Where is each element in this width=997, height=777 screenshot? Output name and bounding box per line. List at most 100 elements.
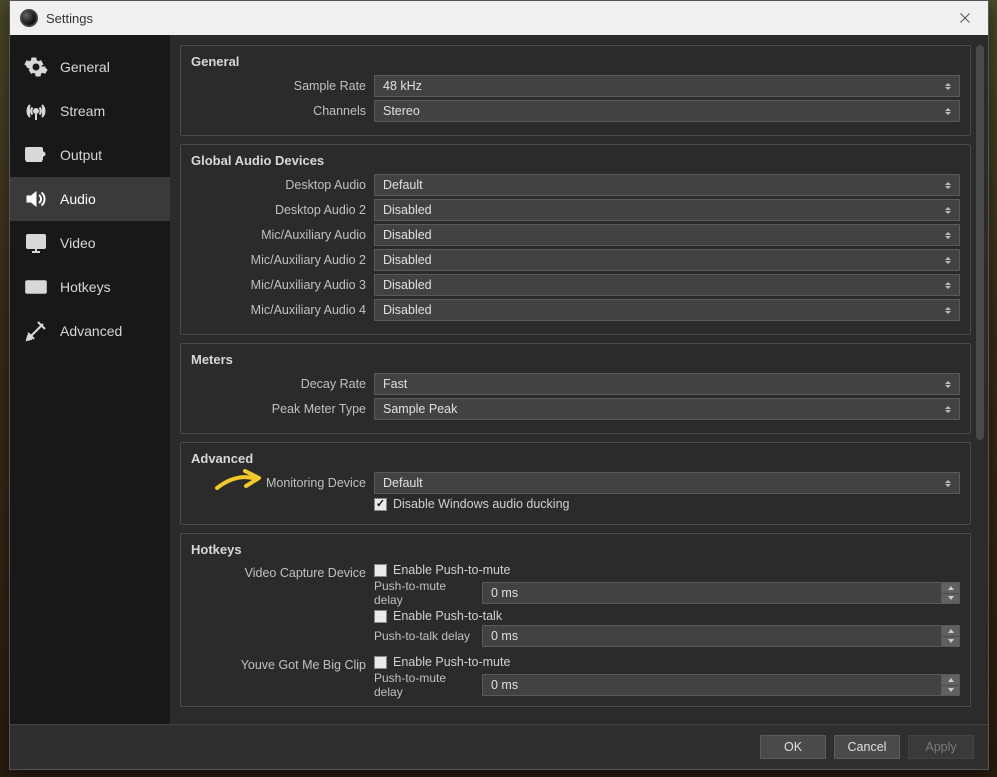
push-to-mute-delay-input-2[interactable]: 0 ms — [482, 674, 960, 696]
scrollbar-thumb[interactable] — [976, 45, 984, 440]
sample-rate-label: Sample Rate — [191, 79, 374, 93]
sample-rate-select[interactable]: 48 kHz — [374, 75, 960, 97]
content-scrollview: General Sample Rate 48 kHz Channels — [170, 35, 988, 724]
group-title: Meters — [191, 352, 960, 367]
chevron-down-icon[interactable] — [941, 686, 959, 696]
source-label-big-clip: Youve Got Me Big Clip — [191, 655, 374, 672]
sidebar-item-advanced[interactable]: Advanced — [10, 309, 170, 353]
tools-icon — [24, 319, 48, 343]
desktop-audio-2-label: Desktop Audio 2 — [191, 203, 374, 217]
checkbox-label: Enable Push-to-mute — [393, 655, 510, 669]
chevron-down-icon[interactable] — [941, 594, 959, 604]
sidebar-item-label: Hotkeys — [60, 279, 111, 295]
chevron-updown-icon — [939, 277, 957, 293]
push-to-mute-checkbox-2[interactable]: Enable Push-to-mute — [374, 655, 960, 669]
peak-meter-type-label: Peak Meter Type — [191, 402, 374, 416]
mic-aux-audio-label: Mic/Auxiliary Audio — [191, 228, 374, 242]
cancel-button[interactable]: Cancel — [834, 735, 900, 759]
footer: OK Cancel Apply — [10, 724, 988, 769]
push-to-talk-delay-input[interactable]: 0 ms — [482, 625, 960, 647]
sidebar-item-stream[interactable]: Stream — [10, 89, 170, 133]
sidebar-item-label: General — [60, 59, 110, 75]
chevron-up-icon[interactable] — [941, 583, 959, 594]
sidebar-item-output[interactable]: Output — [10, 133, 170, 177]
group-title: Global Audio Devices — [191, 153, 960, 168]
source-label-video-capture: Video Capture Device — [191, 563, 374, 580]
chevron-updown-icon — [939, 177, 957, 193]
sidebar-item-audio[interactable]: Audio — [10, 177, 170, 221]
chevron-updown-icon — [939, 376, 957, 392]
mic-aux-audio-2-select[interactable]: Disabled — [374, 249, 960, 271]
group-meters: Meters Decay Rate Fast Peak Meter Type S… — [180, 343, 971, 434]
speaker-icon — [24, 187, 48, 211]
sidebar-item-label: Advanced — [60, 323, 122, 339]
ok-button[interactable]: OK — [760, 735, 826, 759]
chevron-up-icon[interactable] — [941, 626, 959, 637]
push-to-mute-delay-input[interactable]: 0 ms — [482, 582, 960, 604]
chevron-updown-icon — [939, 302, 957, 318]
group-hotkeys: Hotkeys Video Capture Device Enable Push… — [180, 533, 971, 707]
checkbox-icon — [374, 610, 387, 623]
gear-icon — [24, 55, 48, 79]
content: General Sample Rate 48 kHz Channels — [170, 35, 975, 724]
push-to-mute-delay-label-2: Push-to-mute delay — [374, 671, 474, 699]
sidebar-item-general[interactable]: General — [10, 45, 170, 89]
keyboard-icon — [24, 275, 48, 299]
sidebar-item-label: Stream — [60, 103, 105, 119]
chevron-updown-icon — [939, 401, 957, 417]
push-to-talk-delay-label: Push-to-talk delay — [374, 629, 474, 643]
push-to-talk-checkbox[interactable]: Enable Push-to-talk — [374, 609, 960, 623]
desktop-audio-2-select[interactable]: Disabled — [374, 199, 960, 221]
chevron-updown-icon — [939, 202, 957, 218]
chevron-up-icon[interactable] — [941, 675, 959, 686]
checkbox-icon — [374, 656, 387, 669]
group-global-audio-devices: Global Audio Devices Desktop Audio Defau… — [180, 144, 971, 335]
window-body: General Stream Output Audio — [10, 35, 988, 724]
checkbox-label: Disable Windows audio ducking — [393, 497, 569, 511]
group-title: Advanced — [191, 451, 960, 466]
monitoring-device-select[interactable]: Default — [374, 472, 960, 494]
titlebar: Settings — [10, 1, 988, 35]
group-general: General Sample Rate 48 kHz Channels — [180, 45, 971, 136]
checkbox-label: Enable Push-to-mute — [393, 563, 510, 577]
checkbox-icon — [374, 498, 387, 511]
antenna-icon — [24, 99, 48, 123]
sidebar: General Stream Output Audio — [10, 35, 170, 724]
push-to-mute-delay-label: Push-to-mute delay — [374, 579, 474, 607]
output-icon — [24, 143, 48, 167]
chevron-down-icon[interactable] — [941, 637, 959, 647]
sidebar-item-label: Output — [60, 147, 102, 163]
mic-aux-audio-3-select[interactable]: Disabled — [374, 274, 960, 296]
desktop-audio-label: Desktop Audio — [191, 178, 374, 192]
mic-aux-audio-4-select[interactable]: Disabled — [374, 299, 960, 321]
chevron-updown-icon — [939, 252, 957, 268]
sidebar-item-video[interactable]: Video — [10, 221, 170, 265]
close-button[interactable] — [942, 1, 988, 35]
group-title: General — [191, 54, 960, 69]
checkbox-icon — [374, 564, 387, 577]
chevron-updown-icon — [939, 103, 957, 119]
group-advanced: Advanced Monitoring Device Default Disab… — [180, 442, 971, 525]
desktop-audio-select[interactable]: Default — [374, 174, 960, 196]
checkbox-label: Enable Push-to-talk — [393, 609, 502, 623]
mic-aux-audio-select[interactable]: Disabled — [374, 224, 960, 246]
decay-rate-label: Decay Rate — [191, 377, 374, 391]
window-title: Settings — [46, 11, 93, 26]
mic-aux-audio-4-label: Mic/Auxiliary Audio 4 — [191, 303, 374, 317]
scrollbar[interactable] — [975, 45, 985, 714]
mic-aux-audio-2-label: Mic/Auxiliary Audio 2 — [191, 253, 374, 267]
sidebar-item-label: Audio — [60, 191, 96, 207]
mic-aux-audio-3-label: Mic/Auxiliary Audio 3 — [191, 278, 374, 292]
chevron-updown-icon — [939, 78, 957, 94]
monitoring-device-label: Monitoring Device — [191, 476, 374, 490]
decay-rate-select[interactable]: Fast — [374, 373, 960, 395]
group-title: Hotkeys — [191, 542, 960, 557]
sidebar-item-hotkeys[interactable]: Hotkeys — [10, 265, 170, 309]
channels-select[interactable]: Stereo — [374, 100, 960, 122]
push-to-mute-checkbox[interactable]: Enable Push-to-mute — [374, 563, 960, 577]
apply-button[interactable]: Apply — [908, 735, 974, 759]
sidebar-item-label: Video — [60, 235, 96, 251]
monitor-icon — [24, 231, 48, 255]
peak-meter-type-select[interactable]: Sample Peak — [374, 398, 960, 420]
disable-audio-ducking-checkbox[interactable]: Disable Windows audio ducking — [374, 497, 960, 511]
